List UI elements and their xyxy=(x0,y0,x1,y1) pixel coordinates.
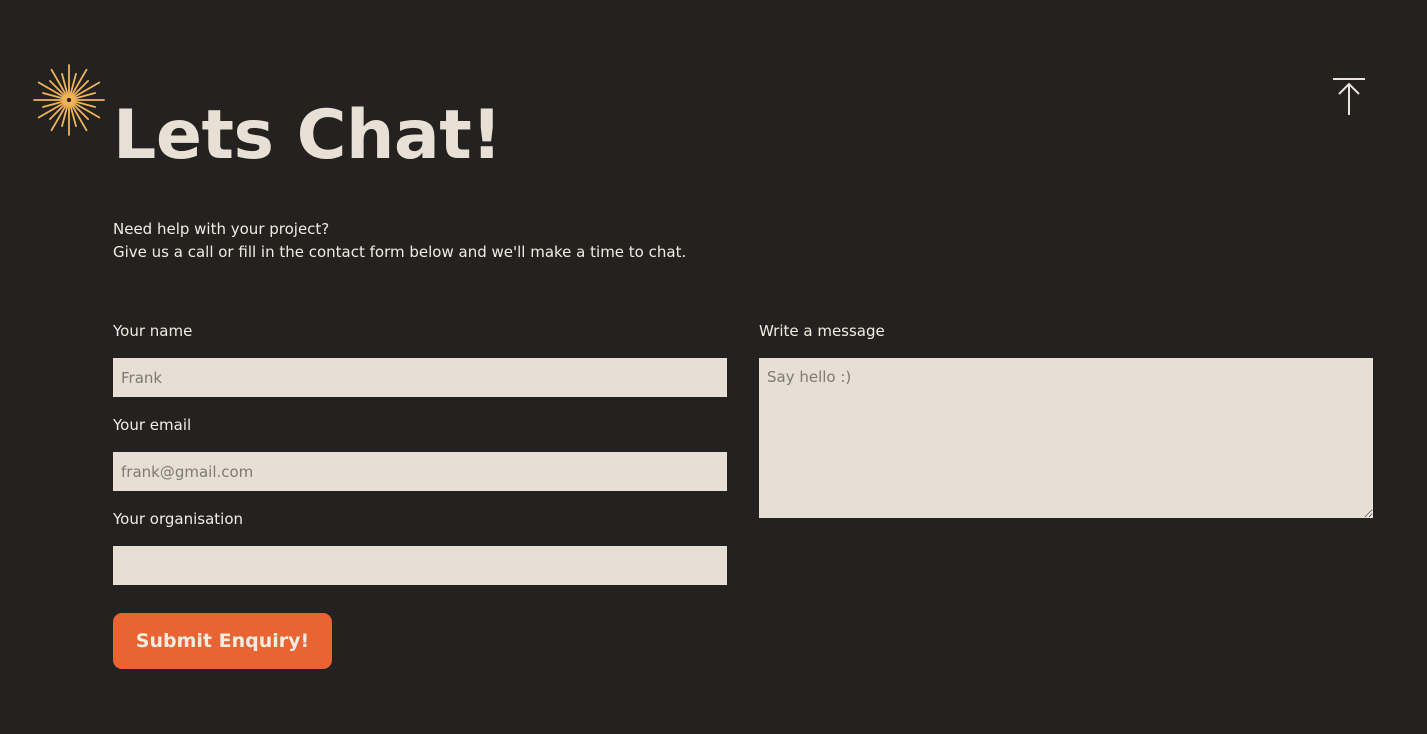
sunburst-icon xyxy=(33,64,105,136)
name-input[interactable] xyxy=(113,358,727,397)
organisation-label: Your organisation xyxy=(113,510,243,528)
email-input[interactable] xyxy=(113,452,727,491)
intro-line-1: Need help with your project? xyxy=(113,220,330,238)
organisation-input[interactable] xyxy=(113,546,727,585)
intro-line-2: Give us a call or fill in the contact fo… xyxy=(113,243,687,261)
submit-enquiry-button[interactable]: Submit Enquiry! xyxy=(113,613,332,669)
email-label: Your email xyxy=(113,416,192,434)
message-label: Write a message xyxy=(759,322,885,340)
intro-text: Need help with your project? Give us a c… xyxy=(113,218,686,264)
message-textarea[interactable] xyxy=(759,358,1373,518)
name-label: Your name xyxy=(113,322,193,340)
back-to-top-icon[interactable] xyxy=(1331,77,1367,117)
page-title: Lets Chat! xyxy=(113,96,502,175)
